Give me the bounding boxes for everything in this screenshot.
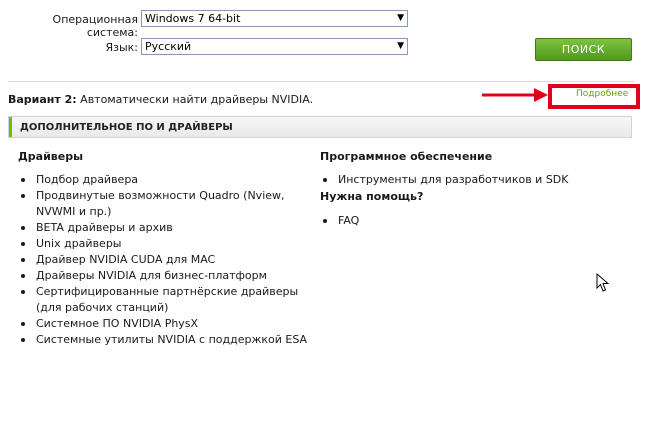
os-select[interactable]: Windows 7 64-bit ▼	[141, 10, 408, 27]
list-item[interactable]: Подбор драйвера	[18, 172, 318, 188]
list-item[interactable]: FAQ	[320, 213, 620, 229]
language-select-value: Русский	[145, 40, 192, 53]
drivers-heading: Драйверы	[18, 150, 84, 163]
drivers-list: Подбор драйвера Продвинутые возможности …	[18, 172, 318, 348]
details-link[interactable]: Подробнее	[576, 89, 628, 99]
mouse-cursor-icon	[596, 273, 610, 292]
os-select-value: Windows 7 64-bit	[145, 12, 241, 25]
variant-prefix: Вариант 2:	[8, 93, 77, 106]
list-item[interactable]: Драйверы NVIDIA для бизнес-платформ	[18, 268, 318, 284]
os-label: Операционная система:	[52, 13, 138, 39]
help-heading: Нужна помощь?	[320, 190, 424, 203]
list-item[interactable]: Драйвер NVIDIA CUDA для MAC	[18, 252, 318, 268]
chevron-down-icon: ▼	[397, 41, 404, 51]
section-accent	[9, 117, 12, 137]
red-arrow-icon	[482, 88, 548, 102]
list-item[interactable]: Системное ПО NVIDIA PhysX	[18, 316, 318, 332]
software-heading: Программное обеспечение	[320, 150, 493, 163]
list-item[interactable]: BETA драйверы и архив	[18, 220, 318, 236]
chevron-down-icon: ▼	[397, 13, 404, 23]
divider	[8, 81, 634, 82]
language-select[interactable]: Русский ▼	[141, 38, 408, 55]
section-title: ДОПОЛНИТЕЛЬНОЕ ПО И ДРАЙВЕРЫ	[20, 121, 233, 133]
variant-text: Автоматически найти драйверы NVIDIA.	[80, 93, 314, 106]
variant-option: Вариант 2: Автоматически найти драйверы …	[8, 93, 313, 106]
list-item[interactable]: Unix драйверы	[18, 236, 318, 252]
section-header: ДОПОЛНИТЕЛЬНОЕ ПО И ДРАЙВЕРЫ	[8, 116, 632, 138]
help-list: FAQ	[320, 213, 620, 229]
list-item[interactable]: Инструменты для разработчиков и SDK	[320, 172, 620, 188]
list-item[interactable]: Сертифицированные партнёрские драйверы (…	[18, 284, 318, 316]
search-button[interactable]: ПОИСК	[535, 38, 632, 61]
language-label: Язык:	[105, 41, 138, 54]
software-list: Инструменты для разработчиков и SDK	[320, 172, 620, 188]
list-item[interactable]: Продвинутые возможности Quadro (Nview, N…	[18, 188, 318, 220]
list-item[interactable]: Системные утилиты NVIDIA с поддержкой ES…	[18, 332, 318, 348]
